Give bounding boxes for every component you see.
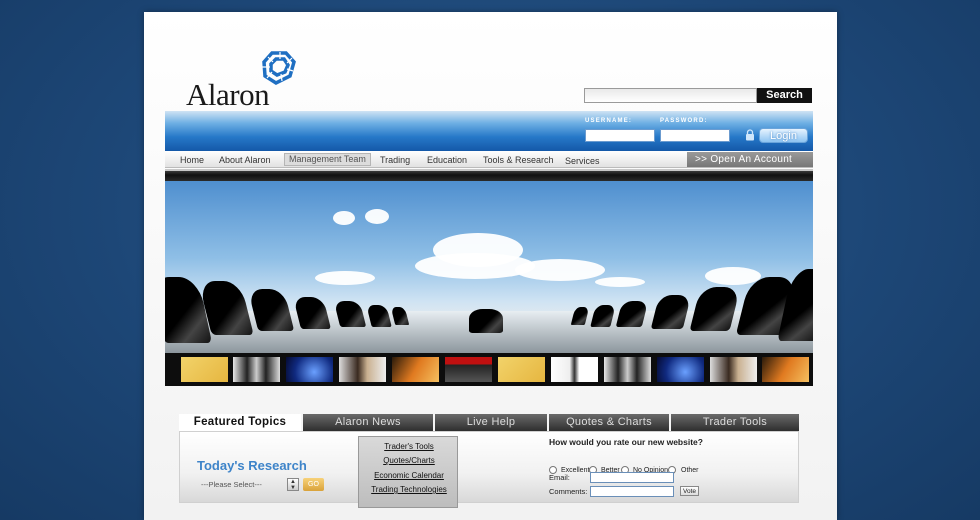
tab-quotes-charts[interactable]: Quotes & Charts [549, 414, 669, 431]
thumbnail-news[interactable] [551, 357, 598, 382]
thumbnail-globe[interactable] [657, 357, 704, 382]
cloud-shape [595, 277, 645, 287]
go-button[interactable]: GO [303, 478, 324, 491]
search-button[interactable]: Search [757, 88, 812, 103]
radio-label-other: Other [681, 467, 699, 474]
thumbnail-website[interactable] [445, 357, 492, 382]
quick-links-box: Trader's Tools Quotes/Charts Economic Ca… [358, 436, 458, 508]
thumbnail-people[interactable] [233, 357, 280, 382]
cloud-shape [365, 209, 389, 224]
thumbnail-globe[interactable] [286, 357, 333, 382]
link-economic-calendar[interactable]: Economic Calendar [359, 470, 459, 482]
link-traders-tools[interactable]: Trader's Tools [359, 441, 459, 453]
email-field[interactable] [590, 472, 674, 483]
poll-question: How would you rate our new website? [549, 437, 703, 447]
chair-shape [333, 301, 367, 327]
cloud-shape [315, 271, 375, 285]
nav-about-alaron[interactable]: About Alaron [215, 154, 275, 167]
username-field[interactable] [585, 129, 655, 142]
select-arrows-icon[interactable]: ▲ ▼ [287, 478, 299, 491]
chair-shape [469, 309, 503, 333]
lock-icon [746, 129, 754, 141]
link-quotes-charts[interactable]: Quotes/Charts [359, 455, 459, 467]
cloud-shape [705, 267, 761, 285]
tab-trader-tools[interactable]: Trader Tools [671, 414, 799, 431]
thumbnail-documents[interactable] [181, 357, 228, 382]
thumbnail-documents[interactable] [498, 357, 545, 382]
thumbnail-strip [165, 353, 813, 386]
featured-tabs: Featured Topics Alaron News Live Help Qu… [179, 414, 799, 433]
password-field[interactable] [660, 129, 730, 142]
nav-trading[interactable]: Trading [376, 154, 414, 167]
email-label: Email: [549, 473, 570, 482]
search-input[interactable] [584, 88, 757, 103]
thumbnail-fire[interactable] [392, 357, 439, 382]
todays-research-heading: Today's Research [197, 458, 307, 473]
nav-education[interactable]: Education [423, 154, 471, 167]
vote-button[interactable]: Vote [680, 486, 699, 496]
username-label: USERNAME: [585, 118, 633, 124]
thumbnail-meeting[interactable] [339, 357, 386, 382]
tab-alaron-news[interactable]: Alaron News [303, 414, 433, 431]
login-button[interactable]: Login [759, 128, 808, 143]
page-container: Alaron Search USERNAME: PASSWORD: Login … [144, 12, 837, 520]
chair-shape [366, 305, 392, 327]
open-account-button[interactable]: >> Open An Account [687, 152, 813, 167]
nav-tools-research[interactable]: Tools & Research [479, 154, 558, 167]
nav-management-team[interactable]: Management Team [284, 153, 371, 166]
cloud-shape [515, 259, 605, 281]
comments-field[interactable] [590, 486, 674, 497]
tab-live-help[interactable]: Live Help [435, 414, 547, 431]
nav-services[interactable]: Services [561, 155, 604, 168]
thumbnail-fire[interactable] [762, 357, 809, 382]
alaron-logo[interactable]: Alaron [186, 50, 316, 112]
thumbnail-meeting[interactable] [710, 357, 757, 382]
nav-home[interactable]: Home [176, 154, 208, 167]
research-select[interactable]: ---Please Select--- [197, 478, 299, 491]
thumbnail-people[interactable] [604, 357, 651, 382]
password-label: PASSWORD: [660, 118, 708, 124]
hero-image [165, 181, 813, 353]
cloud-shape [333, 211, 355, 225]
logo-text: Alaron [186, 77, 270, 112]
link-trading-technologies[interactable]: Trading Technologies [359, 484, 459, 496]
nav-divider-strip [165, 169, 813, 181]
comments-label: Comments: [549, 487, 588, 496]
